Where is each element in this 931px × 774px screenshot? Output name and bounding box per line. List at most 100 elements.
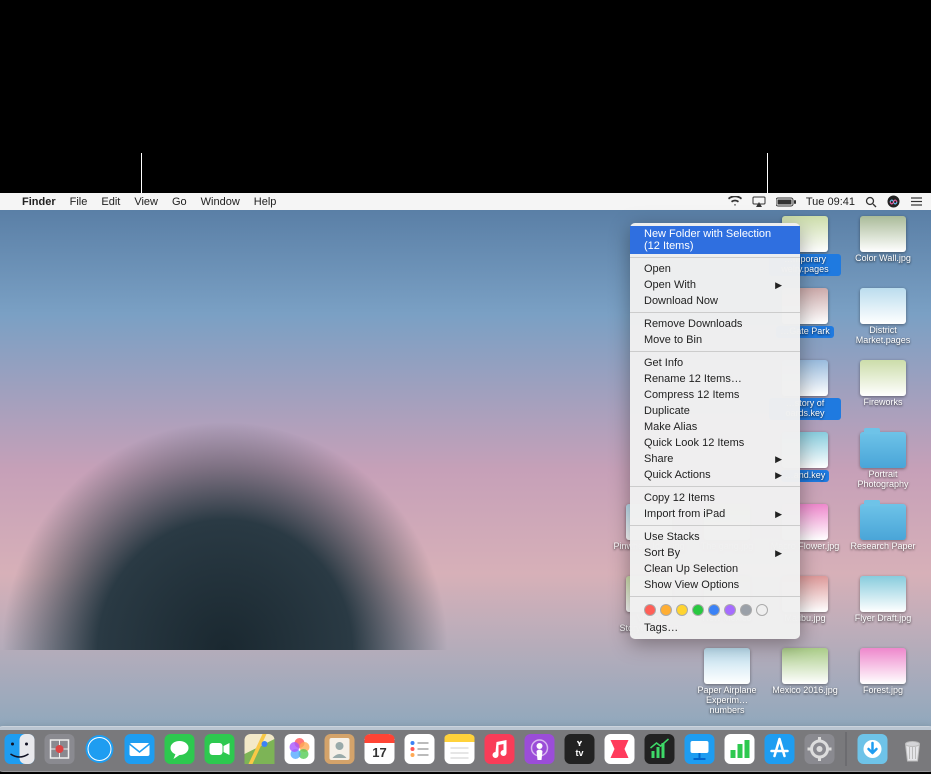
- ctx-tags-more[interactable]: Tags…: [630, 620, 800, 636]
- dock-mail[interactable]: [121, 731, 157, 767]
- ctx-item-label: Remove Downloads: [644, 318, 742, 330]
- dock-keynote[interactable]: [681, 731, 717, 767]
- menu-edit[interactable]: Edit: [101, 196, 120, 208]
- menu-window[interactable]: Window: [201, 196, 240, 208]
- ctx-duplicate[interactable]: Duplicate: [630, 403, 800, 419]
- ctx-clean-up-selection[interactable]: Clean Up Selection: [630, 561, 800, 577]
- ctx-quick-actions[interactable]: Quick Actions▶: [630, 467, 800, 483]
- dock-safari[interactable]: [81, 731, 117, 767]
- tag-color-dot[interactable]: [644, 604, 656, 616]
- tag-color-dot[interactable]: [756, 604, 768, 616]
- dock-trash[interactable]: [894, 731, 930, 767]
- dock-podcasts[interactable]: [521, 731, 557, 767]
- dock-reminders[interactable]: [401, 731, 437, 767]
- ctx-use-stacks[interactable]: Use Stacks: [630, 529, 800, 545]
- ctx-sort-by[interactable]: Sort By▶: [630, 545, 800, 561]
- wallpaper-island: [0, 420, 450, 650]
- desktop-icon-label: Mexico 2016.jpg: [772, 686, 838, 696]
- dock-messages[interactable]: [161, 731, 197, 767]
- app-name[interactable]: Finder: [22, 196, 56, 208]
- submenu-arrow-icon: ▶: [775, 548, 782, 559]
- ctx-import-from-ipad[interactable]: Import from iPad▶: [630, 506, 800, 522]
- tag-color-dot[interactable]: [660, 604, 672, 616]
- ctx-get-info[interactable]: Get Info: [630, 355, 800, 371]
- menu-file[interactable]: File: [70, 196, 88, 208]
- dock-stocks[interactable]: [641, 731, 677, 767]
- ctx-item-label: Move to Bin: [644, 334, 702, 346]
- ctx-item-label: Quick Look 12 Items: [644, 437, 744, 449]
- ctx-item-label: Import from iPad: [644, 508, 725, 520]
- ctx-open-with[interactable]: Open With▶: [630, 277, 800, 293]
- desktop-icon[interactable]: Color Wall.jpg: [847, 216, 919, 264]
- ctx-quick-look-12-items[interactable]: Quick Look 12 Items: [630, 435, 800, 451]
- dock-photos[interactable]: [281, 731, 317, 767]
- dock-facetime[interactable]: [201, 731, 237, 767]
- spotlight-icon[interactable]: [865, 196, 877, 208]
- ctx-item-label: Rename 12 Items…: [644, 373, 742, 385]
- dock-maps[interactable]: [241, 731, 277, 767]
- desktop-icon-label: District Market.pages: [847, 326, 919, 346]
- dock-numbers[interactable]: [721, 731, 757, 767]
- wifi-icon[interactable]: [728, 196, 742, 207]
- ctx-make-alias[interactable]: Make Alias: [630, 419, 800, 435]
- dock-appstore[interactable]: [761, 731, 797, 767]
- desktop-icon[interactable]: Fireworks: [847, 360, 919, 408]
- ctx-rename-12-items[interactable]: Rename 12 Items…: [630, 371, 800, 387]
- dock-launchpad[interactable]: [41, 731, 77, 767]
- dock-finder[interactable]: [1, 731, 37, 767]
- dock-calendar[interactable]: 17: [361, 731, 397, 767]
- ctx-item-label: Compress 12 Items: [644, 389, 739, 401]
- tag-color-dot[interactable]: [740, 604, 752, 616]
- notification-center-icon[interactable]: [910, 196, 923, 207]
- ctx-share[interactable]: Share▶: [630, 451, 800, 467]
- desktop[interactable]: …mporary welry.pagesColor Wall.jpg…Gate …: [0, 210, 931, 730]
- tag-color-dot[interactable]: [676, 604, 688, 616]
- file-thumbnail: [860, 288, 906, 324]
- file-thumbnail: [782, 648, 828, 684]
- desktop-icon[interactable]: Mexico 2016.jpg: [769, 648, 841, 696]
- file-thumbnail: [860, 360, 906, 396]
- desktop-icon[interactable]: District Market.pages: [847, 288, 919, 346]
- ctx-open[interactable]: Open: [630, 261, 800, 277]
- ctx-item-label: Share: [644, 453, 673, 465]
- ctx-download-now[interactable]: Download Now: [630, 293, 800, 309]
- clock[interactable]: Tue 09:41: [806, 196, 855, 208]
- ctx-item-label: Tags…: [644, 622, 678, 634]
- ctx-item-label: Show View Options: [644, 579, 739, 591]
- ctx-move-to-bin[interactable]: Move to Bin: [630, 332, 800, 348]
- ctx-item-label: New Folder with Selection (12 Items): [644, 228, 782, 252]
- svg-text:tv: tv: [575, 748, 583, 758]
- battery-icon[interactable]: [776, 197, 796, 207]
- airplay-icon[interactable]: [752, 196, 766, 207]
- ctx-new-folder-with-selection[interactable]: New Folder with Selection (12 Items): [630, 226, 800, 254]
- file-thumbnail: [860, 648, 906, 684]
- dock-music[interactable]: [481, 731, 517, 767]
- menu-go[interactable]: Go: [172, 196, 187, 208]
- ctx-copy-12-items[interactable]: Copy 12 Items: [630, 490, 800, 506]
- desktop-icon[interactable]: Forest.jpg: [847, 648, 919, 696]
- desktop-icon[interactable]: Research Paper: [847, 504, 919, 552]
- ctx-remove-downloads[interactable]: Remove Downloads: [630, 316, 800, 332]
- menu-view[interactable]: View: [134, 196, 158, 208]
- desktop-icon[interactable]: Portrait Photography: [847, 432, 919, 490]
- dock-news[interactable]: [601, 731, 637, 767]
- ctx-separator: [630, 351, 800, 352]
- desktop-icon[interactable]: Paper Airplane Experim…numbers: [691, 648, 763, 716]
- ctx-compress-12-items[interactable]: Compress 12 Items: [630, 387, 800, 403]
- desktop-icon[interactable]: Flyer Draft.jpg: [847, 576, 919, 624]
- tag-color-dot[interactable]: [708, 604, 720, 616]
- tag-color-dot[interactable]: [724, 604, 736, 616]
- dock-notes[interactable]: [441, 731, 477, 767]
- dock-systemprefs[interactable]: [801, 731, 837, 767]
- tag-color-dot[interactable]: [692, 604, 704, 616]
- desktop-icon-label: Paper Airplane Experim…numbers: [691, 686, 763, 716]
- dock-tv[interactable]: tv: [561, 731, 597, 767]
- menu-help[interactable]: Help: [254, 196, 277, 208]
- ctx-show-view-options[interactable]: Show View Options: [630, 577, 800, 593]
- siri-icon[interactable]: [887, 195, 900, 208]
- dock-contacts[interactable]: [321, 731, 357, 767]
- menubar-right: Tue 09:41: [728, 195, 923, 208]
- dock-downloads[interactable]: [854, 731, 890, 767]
- ctx-separator: [630, 257, 800, 258]
- desktop-icon-label: Flyer Draft.jpg: [855, 614, 912, 624]
